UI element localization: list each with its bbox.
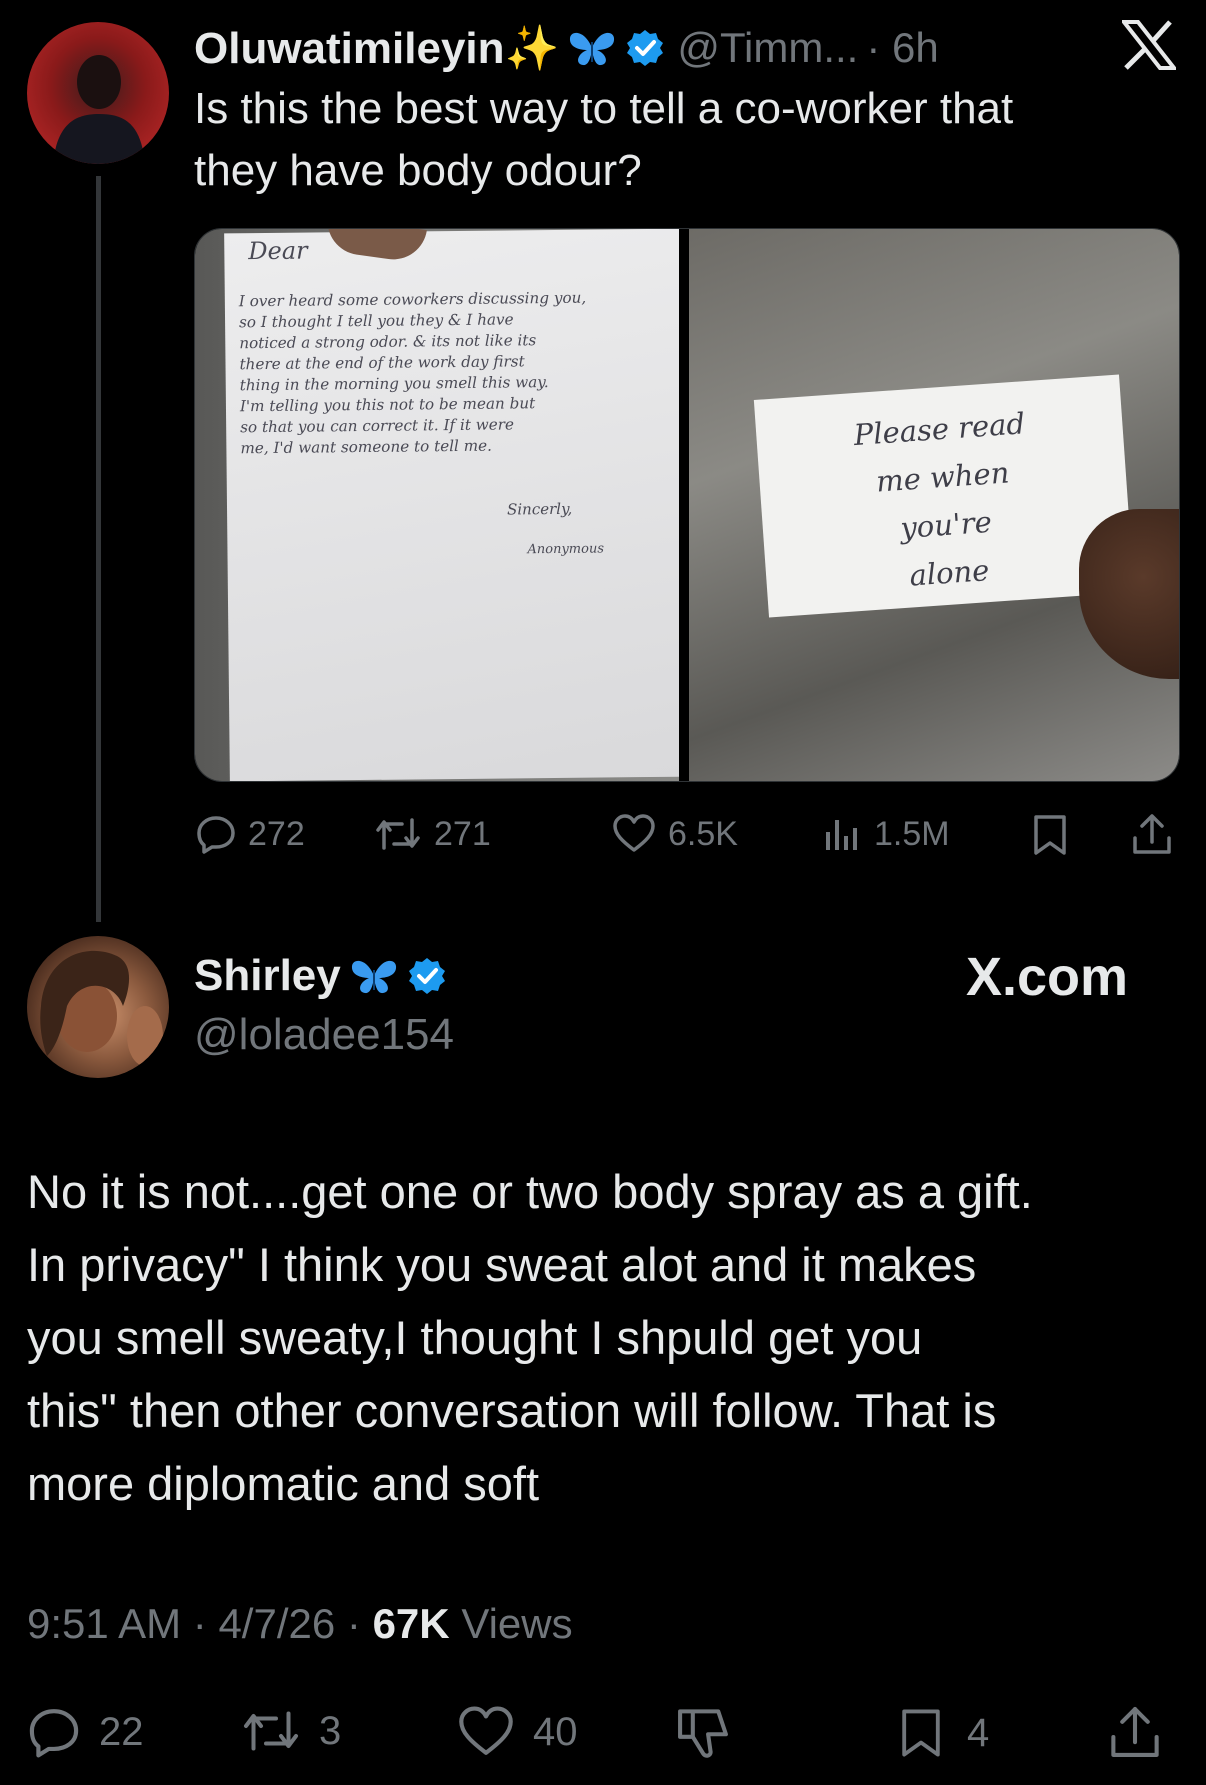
share-button[interactable] <box>1130 812 1174 856</box>
reply-meta: 9:51 AM · 4/7/26 · 67K Views <box>27 1600 573 1648</box>
tweet-text-line: Is this the best way to tell a co-worker… <box>194 84 1014 133</box>
thread-line <box>96 176 101 922</box>
bookmark-button[interactable]: 4 <box>897 1706 989 1760</box>
repost-icon <box>376 818 420 850</box>
reply-text-line: you smell sweaty,I thought I shpuld get … <box>27 1311 923 1364</box>
share-icon <box>1111 1707 1159 1757</box>
note-greeting: Dear <box>248 236 308 266</box>
reply-handle[interactable]: @loladee154 <box>194 1010 454 1060</box>
handwritten-card: Please read me when you're alone <box>753 374 1135 618</box>
like-icon <box>459 1706 513 1755</box>
like-count: 40 <box>533 1709 578 1754</box>
reply-count: 22 <box>99 1709 144 1754</box>
verified-icon <box>407 956 447 996</box>
repost-icon <box>244 1711 298 1751</box>
bookmark-icon <box>1034 815 1066 855</box>
watermark: X.com <box>966 947 1129 1007</box>
note-signature: Anonymous <box>527 541 605 558</box>
reply-icon <box>29 1709 79 1758</box>
like-button[interactable]: 40 <box>457 1706 578 1758</box>
tweet-text: Is this the best way to tell a co-worker… <box>194 78 1154 202</box>
reply-text-line: No it is not....get one or two body spra… <box>27 1165 1033 1218</box>
repost-button[interactable]: 271 <box>374 814 491 854</box>
reply-text-line: more diplomatic and soft <box>27 1457 540 1510</box>
repost-count: 3 <box>319 1708 342 1753</box>
avatar-oluwatimileyin[interactable] <box>27 22 169 164</box>
meta-separator: · <box>346 1600 361 1647</box>
butterfly-icon <box>567 28 617 68</box>
dislike-button[interactable] <box>675 1706 731 1760</box>
media-divider <box>679 229 689 781</box>
hand-shape <box>1079 509 1179 679</box>
butterfly-icon <box>349 956 399 996</box>
media-photo-card[interactable]: Please read me when you're alone <box>689 229 1179 781</box>
reply-text-line: this" then other conversation will follo… <box>27 1384 997 1437</box>
like-button[interactable]: 6.5K <box>612 814 738 854</box>
meta-separator: · <box>192 1600 207 1647</box>
repost-count: 271 <box>434 814 491 853</box>
note-signoff: Sincerly, <box>506 499 573 519</box>
like-count: 6.5K <box>668 814 738 853</box>
bookmark-button[interactable] <box>1030 814 1070 856</box>
reply-header: Shirley <box>194 946 447 1006</box>
views-label: Views <box>461 1600 573 1647</box>
reply-time[interactable]: 9:51 AM <box>27 1600 181 1647</box>
views-number[interactable]: 67K <box>373 1600 450 1647</box>
handwritten-note: Dear I over heard some coworkers discuss… <box>224 229 679 781</box>
dislike-icon <box>678 1709 728 1758</box>
views-button[interactable]: 1.5M <box>822 814 950 854</box>
views-icon <box>826 820 857 850</box>
tweet-media[interactable]: Dear I over heard some coworkers discuss… <box>194 228 1180 782</box>
bookmark-count: 4 <box>967 1710 990 1755</box>
reply-button[interactable]: 272 <box>196 814 305 854</box>
views-count: 1.5M <box>874 814 950 853</box>
handle[interactable]: @Timm... <box>677 24 858 72</box>
reply-icon <box>197 816 235 854</box>
reply-actions: 22 3 40 4 <box>27 1700 1187 1766</box>
tweet-text-line: they have body odour? <box>194 146 642 195</box>
verified-icon <box>625 28 665 68</box>
share-icon <box>1133 814 1171 854</box>
repost-button[interactable]: 3 <box>241 1706 341 1756</box>
note-body: I over heard some coworkers discussing y… <box>239 287 679 460</box>
reply-count: 272 <box>248 814 305 853</box>
like-icon <box>613 814 655 852</box>
note-line: me, I'd want someone to tell me. <box>240 436 493 458</box>
reply-button[interactable]: 22 <box>27 1706 144 1758</box>
reply-text: No it is not....get one or two body spra… <box>27 1155 1197 1520</box>
tweet-actions: 272 271 6.5K 1.5M <box>194 806 1184 866</box>
bookmark-icon <box>902 1709 940 1757</box>
timestamp[interactable]: · 6h <box>866 24 938 72</box>
x-logo-icon[interactable] <box>1122 20 1176 70</box>
media-photo-note[interactable]: Dear I over heard some coworkers discuss… <box>195 229 679 781</box>
avatar-shirley[interactable] <box>27 936 169 1078</box>
display-name[interactable]: Oluwatimileyin✨ <box>194 22 559 74</box>
display-name[interactable]: Shirley <box>194 951 341 1001</box>
tweet-header: Oluwatimileyin✨ @Timm... · 6h <box>194 18 939 78</box>
reply-date[interactable]: 4/7/26 <box>218 1600 335 1647</box>
reply-text-line: In privacy" I think you sweat alot and i… <box>27 1238 977 1291</box>
share-button[interactable] <box>1107 1704 1163 1760</box>
